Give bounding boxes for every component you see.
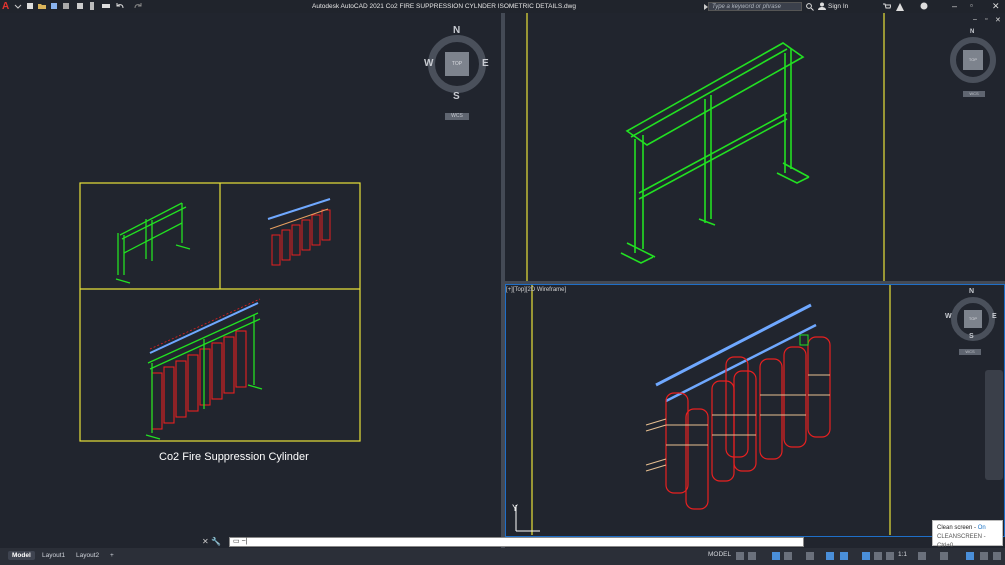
small-cylinders-drawing	[267, 198, 331, 266]
command-input[interactable]: ▭ ~|	[229, 537, 804, 547]
new-icon[interactable]	[26, 2, 34, 10]
menu-icon[interactable]	[993, 552, 1001, 560]
gear-icon[interactable]	[918, 552, 926, 560]
search-icon[interactable]	[806, 3, 814, 11]
annotation-scale[interactable]: 1:1	[898, 551, 907, 558]
frame-isometric-drawing	[526, 13, 885, 281]
small-frame-drawing	[115, 202, 191, 284]
command-value: ~|	[241, 538, 248, 545]
hardware-acceleration-icon[interactable]	[966, 552, 974, 560]
layout-sheet	[79, 182, 361, 442]
viewcube-top-face[interactable]: TOP	[963, 50, 983, 70]
search-input[interactable]: Type a keyword or phrase	[708, 2, 802, 11]
viewport-restore-button[interactable]: ▫	[985, 16, 987, 23]
window-title: Autodesk AutoCAD 2021 Co2 FIRE SUPPRESSI…	[312, 3, 576, 10]
autodesk-app-icon[interactable]	[896, 3, 904, 11]
print-icon[interactable]	[102, 2, 110, 10]
snap-icon[interactable]	[748, 552, 756, 560]
tooltip-title: Clean screen	[937, 525, 973, 531]
maximize-button[interactable]: ▫	[970, 1, 973, 10]
status-bar: Model Layout1 Layout2 + MODEL 1:1	[0, 548, 1005, 565]
osnap-icon[interactable]	[826, 552, 834, 560]
compass-north[interactable]: N	[970, 29, 974, 35]
compass-east[interactable]: E	[992, 313, 997, 320]
viewcube-bottom-right[interactable]: TOP N S W E WCS	[945, 288, 1001, 361]
large-assembly-drawing	[145, 298, 263, 440]
undo-icon[interactable]	[116, 2, 124, 10]
publish-icon[interactable]	[88, 2, 96, 10]
autocad-logo[interactable]: A	[2, 1, 9, 12]
viewport-close-button[interactable]: ✕	[995, 16, 1001, 24]
save-icon[interactable]	[50, 2, 58, 10]
isodraft-icon[interactable]	[806, 552, 814, 560]
grid-icon[interactable]	[736, 552, 744, 560]
clean-screen-tooltip: Clean screen - On CLEANSCREEN - Ctrl+0	[932, 520, 1003, 549]
ortho-icon[interactable]	[772, 552, 780, 560]
tooltip-command: CLEANSCREEN	[937, 534, 983, 540]
wcs-menu[interactable]: WCS	[963, 91, 985, 97]
tab-model[interactable]: Model	[8, 551, 35, 560]
command-close-icon[interactable]: ✕	[202, 537, 209, 546]
command-prompt-icon: ▭	[233, 538, 240, 545]
tab-layout1[interactable]: Layout1	[38, 551, 69, 560]
fullscreen-icon[interactable]	[980, 552, 988, 560]
cart-icon[interactable]	[883, 3, 891, 11]
user-icon[interactable]	[818, 2, 826, 10]
minimize-button[interactable]: –	[952, 1, 957, 11]
viewport-left[interactable]: TOP N S W E WCS Co2 Fire Suppression Cyl…	[0, 13, 501, 548]
command-line-controls[interactable]: ✕ 🔧	[202, 537, 221, 546]
viewport-bottom-right[interactable]: [+][Top][2D Wireframe] Y TOP N S W E WCS	[505, 284, 1005, 537]
polar-icon[interactable]	[784, 552, 792, 560]
help-icon[interactable]	[920, 2, 928, 10]
plot-icon[interactable]	[76, 2, 84, 10]
viewcube-top-right[interactable]: TOP N WCS	[950, 29, 1000, 103]
layout-caption: Co2 Fire Suppression Cylinder	[159, 451, 309, 463]
viewport-controls-label[interactable]: [+][Top][2D Wireframe]	[506, 287, 566, 293]
title-bar: A Autodesk AutoCAD 2021 Co2 FIRE SUPPRES…	[0, 0, 1005, 13]
annotation-icon[interactable]	[874, 552, 882, 560]
compass-north[interactable]: N	[969, 288, 974, 295]
cylinder-isometric-drawing	[515, 285, 891, 535]
wcs-menu[interactable]: WCS	[959, 349, 981, 355]
model-space-button[interactable]: MODEL	[708, 551, 731, 558]
viewcube-top-face[interactable]: TOP	[964, 310, 982, 328]
dropdown-icon[interactable]	[14, 2, 22, 10]
viewport-top-right[interactable]: TOP N WCS – ▫ ✕	[505, 13, 1005, 281]
saveas-icon[interactable]	[62, 2, 70, 10]
lineweight-icon[interactable]	[862, 552, 870, 560]
tooltip-value: On	[977, 525, 986, 531]
otrack-icon[interactable]	[840, 552, 848, 560]
crosshair-icon[interactable]	[940, 552, 948, 560]
ucs-y-axis-label: Y	[512, 503, 519, 513]
add-layout-button[interactable]: +	[106, 551, 118, 560]
sign-in-link[interactable]: Sign In	[828, 3, 848, 10]
compass-west[interactable]: W	[945, 313, 952, 320]
redo-icon[interactable]	[134, 2, 142, 10]
open-icon[interactable]	[38, 2, 46, 10]
annotation-visibility-icon[interactable]	[886, 552, 894, 560]
tab-layout2[interactable]: Layout2	[72, 551, 103, 560]
compass-south[interactable]: S	[969, 333, 974, 340]
viewport-minimize-button[interactable]: –	[973, 16, 977, 23]
command-customize-icon[interactable]: 🔧	[211, 537, 221, 546]
navigation-bar[interactable]	[985, 370, 1003, 480]
close-button[interactable]: ✕	[992, 1, 1000, 12]
